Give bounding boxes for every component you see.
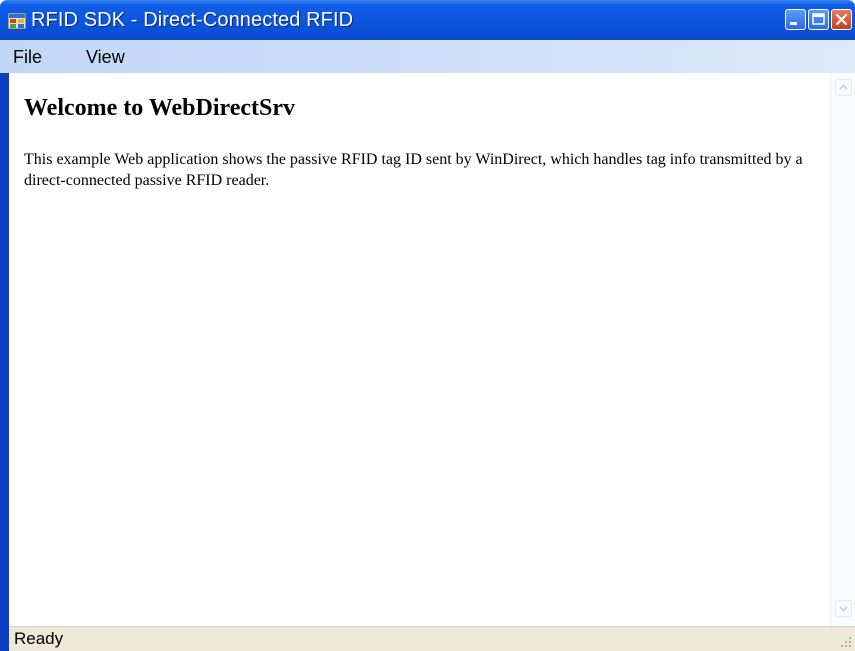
menu-item-view[interactable]: View (86, 46, 125, 68)
app-window: RFID SDK - Direct-Connected RFID File Vi… (0, 0, 855, 651)
menu-bar: File View (0, 40, 855, 73)
app-icon (8, 13, 26, 29)
close-icon (835, 13, 848, 26)
description-text: This example Web application shows the p… (24, 151, 803, 189)
resize-grip-icon[interactable] (840, 636, 852, 648)
page-heading: Welcome to WebDirectSrv (24, 95, 296, 121)
scroll-up-icon[interactable] (835, 79, 852, 96)
window-title: RFID SDK - Direct-Connected RFID (31, 9, 354, 31)
status-bar: Ready (9, 626, 855, 651)
title-bar[interactable]: RFID SDK - Direct-Connected RFID (0, 0, 855, 40)
window-frame-left (0, 73, 9, 651)
minimize-icon (790, 22, 797, 25)
scroll-down-icon[interactable] (835, 600, 852, 617)
minimize-button[interactable] (785, 9, 806, 30)
web-content-area: Welcome to WebDirectSrv This example Web… (9, 73, 830, 626)
close-button[interactable] (831, 9, 852, 30)
maximize-icon (812, 13, 825, 25)
menu-item-file[interactable]: File (13, 46, 42, 68)
maximize-button[interactable] (808, 9, 829, 30)
vertical-scrollbar[interactable] (830, 73, 855, 626)
status-text: Ready (14, 629, 64, 648)
